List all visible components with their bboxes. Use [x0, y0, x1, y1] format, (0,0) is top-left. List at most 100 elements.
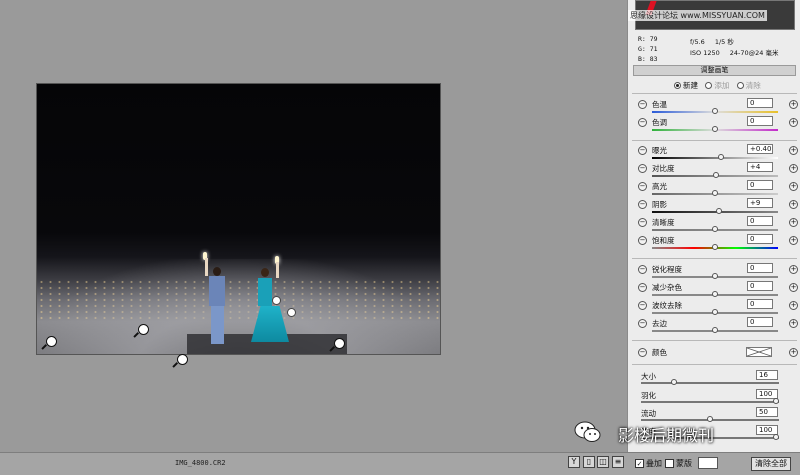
brush-pin-2[interactable]	[138, 324, 149, 335]
brush-knob[interactable]	[773, 398, 779, 404]
plus-icon[interactable]: +	[789, 146, 798, 155]
plus-icon[interactable]: +	[789, 283, 798, 292]
minus-icon[interactable]: −	[638, 118, 647, 127]
minus-icon[interactable]: −	[638, 146, 647, 155]
no-color-icon	[746, 347, 772, 357]
slider-knob[interactable]	[712, 273, 718, 279]
slider-label: 曝光	[652, 146, 667, 155]
minus-icon[interactable]: −	[638, 319, 647, 328]
mask-color-swatch[interactable]	[698, 457, 718, 469]
mode-erase[interactable]: 清除	[736, 81, 761, 90]
clear-all-button[interactable]: 清除全部	[751, 457, 791, 471]
slider-row-7: − 饱和度 0 +	[628, 234, 800, 252]
slider-knob[interactable]	[718, 154, 725, 160]
slider-row-1: − 色调 0 +	[628, 116, 800, 134]
slider-knob[interactable]	[712, 126, 718, 132]
minus-icon[interactable]: −	[638, 200, 647, 209]
slider-knob[interactable]	[712, 244, 718, 250]
eyedropper-icon[interactable]: Y	[568, 456, 580, 468]
plus-icon[interactable]: +	[789, 319, 798, 328]
camera-info: f/5.6 1/5 秒 ISO 1250 24-70@24 毫米	[690, 38, 779, 57]
minus-icon[interactable]: −	[638, 182, 647, 191]
slider-value[interactable]: 0	[747, 317, 773, 327]
slider-value[interactable]: 0	[747, 180, 773, 190]
plus-icon[interactable]: +	[789, 236, 798, 245]
slider-value[interactable]: +9	[747, 198, 773, 208]
slider-row-3: − 对比度 +4 +	[628, 162, 800, 180]
minus-icon[interactable]: −	[638, 100, 647, 109]
slider-value[interactable]: 0	[747, 263, 773, 273]
minus-icon[interactable]: −	[638, 301, 647, 310]
panel-toggle-icon[interactable]: ≡	[612, 456, 624, 468]
plus-icon[interactable]: +	[789, 118, 798, 127]
plus-icon[interactable]: +	[789, 301, 798, 310]
mask-label: 蒙版	[676, 459, 692, 468]
preview-image[interactable]	[36, 83, 441, 355]
minus-icon[interactable]: −	[638, 164, 647, 173]
brush-pin-1[interactable]	[46, 336, 57, 347]
brush-track[interactable]	[641, 382, 779, 384]
slider-label: 饱和度	[652, 236, 675, 245]
color-label: 颜色	[652, 348, 667, 357]
slider-row-11: − 去边 0 +	[628, 317, 800, 335]
plus-icon[interactable]: +	[789, 100, 798, 109]
minus-icon[interactable]: −	[638, 218, 647, 227]
plus-icon[interactable]: +	[789, 200, 798, 209]
color-row: − 颜色 +	[628, 346, 800, 364]
brush-mode-group: 新建 添加 清除	[674, 80, 766, 91]
brush-value[interactable]: 16	[756, 370, 778, 380]
brush-pin-5[interactable]	[287, 308, 296, 317]
slider-knob[interactable]	[715, 208, 722, 214]
minus-icon[interactable]: −	[638, 348, 647, 357]
overlay-label: 叠加	[646, 459, 662, 468]
canvas-area[interactable]	[0, 0, 627, 452]
brush-b-icon[interactable]: ◫	[597, 456, 609, 468]
slider-value[interactable]: 0	[747, 281, 773, 291]
plus-icon[interactable]: +	[789, 182, 798, 191]
plus-icon[interactable]: +	[789, 348, 798, 357]
slider-track[interactable]	[652, 157, 778, 159]
brush-pin-4[interactable]	[334, 338, 345, 349]
mode-new[interactable]: 新建	[674, 81, 698, 90]
brush-label: 大小	[641, 372, 656, 381]
slider-value[interactable]: 0	[747, 216, 773, 226]
slider-value[interactable]: +4	[747, 162, 773, 172]
brush-a-icon[interactable]: ▯	[583, 456, 595, 468]
minus-icon[interactable]: −	[638, 265, 647, 274]
brush-knob[interactable]	[671, 379, 678, 385]
mask-checkbox[interactable]	[665, 459, 674, 468]
slider-knob[interactable]	[712, 327, 718, 333]
slider-label: 清晰度	[652, 218, 675, 227]
slider-knob[interactable]	[712, 309, 718, 315]
slider-knob[interactable]	[712, 108, 718, 114]
plus-icon[interactable]: +	[789, 218, 798, 227]
slider-label: 减少杂色	[652, 283, 682, 292]
brush-pin-active[interactable]	[272, 296, 281, 305]
slider-value[interactable]: 0	[747, 116, 773, 126]
minus-icon[interactable]: −	[638, 236, 647, 245]
slider-value[interactable]: 0	[747, 299, 773, 309]
slider-label: 波纹去除	[652, 301, 682, 310]
panel-title: 调整画笔	[633, 65, 796, 76]
slider-track[interactable]	[652, 211, 778, 213]
slider-knob[interactable]	[712, 291, 718, 297]
plus-icon[interactable]: +	[789, 265, 798, 274]
overlay-checkbox[interactable]: ✓	[635, 459, 644, 468]
radio-icon	[705, 82, 713, 89]
slider-knob[interactable]	[712, 190, 718, 196]
status-bar: IMG_4800.CR2 Y ▯ ◫ ≡ ✓ 叠加 蒙版 清除全部	[0, 452, 800, 475]
slider-label: 色温	[652, 100, 667, 109]
color-swatch[interactable]	[746, 347, 772, 357]
slider-value[interactable]: +0.40	[747, 144, 773, 154]
slider-row-9: − 减少杂色 0 +	[628, 281, 800, 299]
minus-icon[interactable]: −	[638, 283, 647, 292]
slider-knob[interactable]	[712, 226, 718, 232]
plus-icon[interactable]: +	[789, 164, 798, 173]
mode-add[interactable]: 添加	[705, 81, 729, 90]
slider-value[interactable]: 0	[747, 98, 773, 108]
slider-knob[interactable]	[713, 172, 720, 178]
brush-pin-3[interactable]	[177, 354, 188, 365]
slider-label: 对比度	[652, 164, 675, 173]
slider-value[interactable]: 0	[747, 234, 773, 244]
brush-track[interactable]	[641, 401, 779, 403]
